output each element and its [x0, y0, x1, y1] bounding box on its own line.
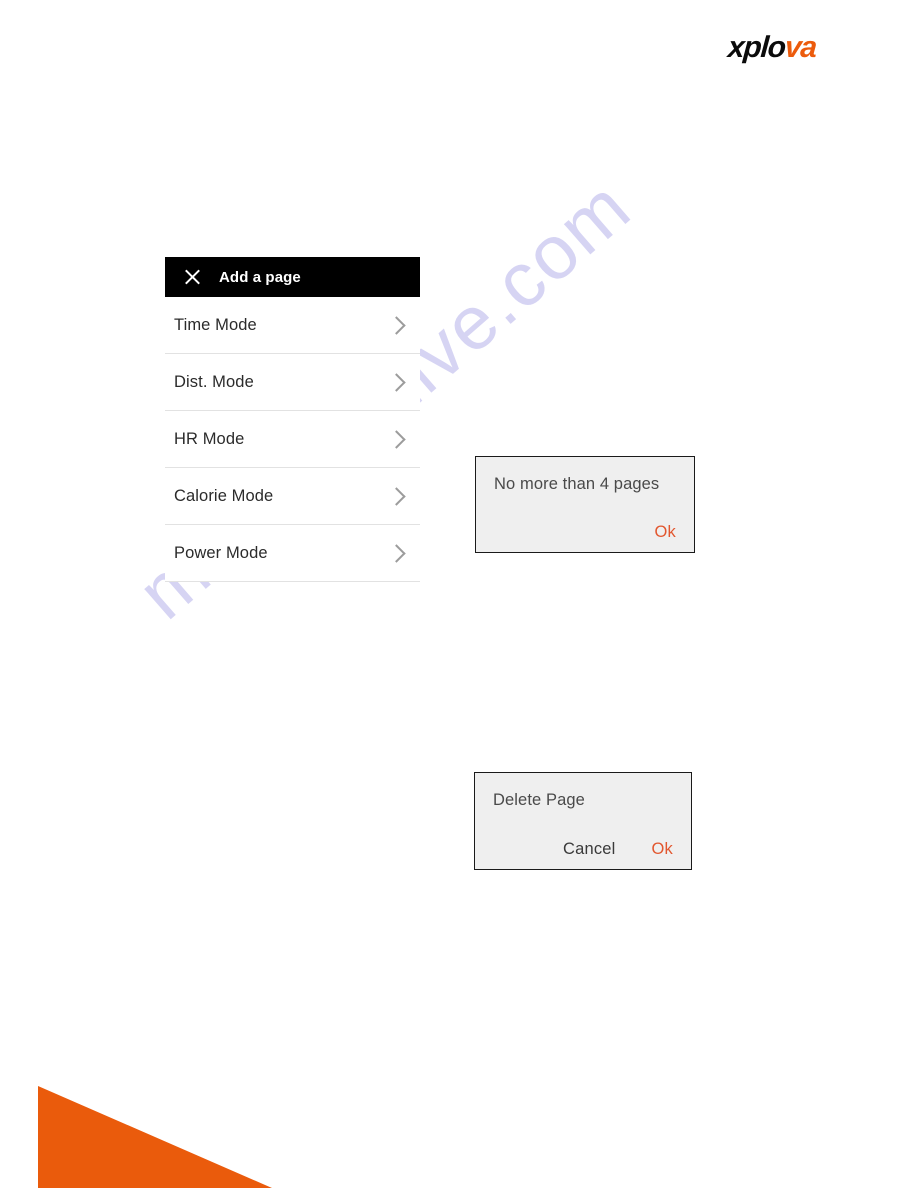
list-item-label: Calorie Mode [174, 486, 274, 505]
max-pages-dialog: No more than 4 pages Ok [475, 456, 695, 553]
chevron-right-icon [387, 372, 406, 392]
logo-text-dark: xplo [726, 31, 787, 64]
xplova-logo: xplova [726, 31, 818, 64]
list-item-time-mode[interactable]: Time Mode [165, 297, 420, 354]
chevron-right-icon [387, 315, 406, 335]
chevron-right-icon [387, 486, 406, 506]
list-item-hr-mode[interactable]: HR Mode [165, 411, 420, 468]
list-item-dist-mode[interactable]: Dist. Mode [165, 354, 420, 411]
cancel-button[interactable]: Cancel [563, 840, 616, 859]
list-item-calorie-mode[interactable]: Calorie Mode [165, 468, 420, 525]
chevron-right-icon [387, 429, 406, 449]
add-page-panel: Add a page Time Mode Dist. Mode HR Mode … [165, 257, 420, 582]
logo-text-accent: va [783, 31, 818, 64]
corner-triangle-decoration [38, 1086, 272, 1188]
list-item-label: Time Mode [174, 315, 257, 334]
dialog-message: Delete Page [493, 791, 585, 809]
close-icon[interactable] [183, 268, 201, 286]
list-item-power-mode[interactable]: Power Mode [165, 525, 420, 582]
delete-page-dialog: Delete Page Cancel Ok [474, 772, 692, 870]
dialog-actions: Cancel Ok [563, 840, 673, 859]
add-page-header: Add a page [165, 257, 420, 297]
page-canvas: xplova manualshive.com Add a page Time M… [0, 0, 918, 1188]
list-item-label: Power Mode [174, 543, 268, 562]
mode-list: Time Mode Dist. Mode HR Mode Calorie Mod… [165, 297, 420, 582]
add-page-title: Add a page [219, 268, 301, 286]
list-item-label: Dist. Mode [174, 372, 254, 391]
ok-button[interactable]: Ok [655, 523, 676, 542]
dialog-actions: Ok [655, 523, 676, 542]
ok-button[interactable]: Ok [652, 840, 673, 859]
list-item-label: HR Mode [174, 429, 245, 448]
dialog-message: No more than 4 pages [494, 475, 660, 493]
chevron-right-icon [387, 543, 406, 563]
